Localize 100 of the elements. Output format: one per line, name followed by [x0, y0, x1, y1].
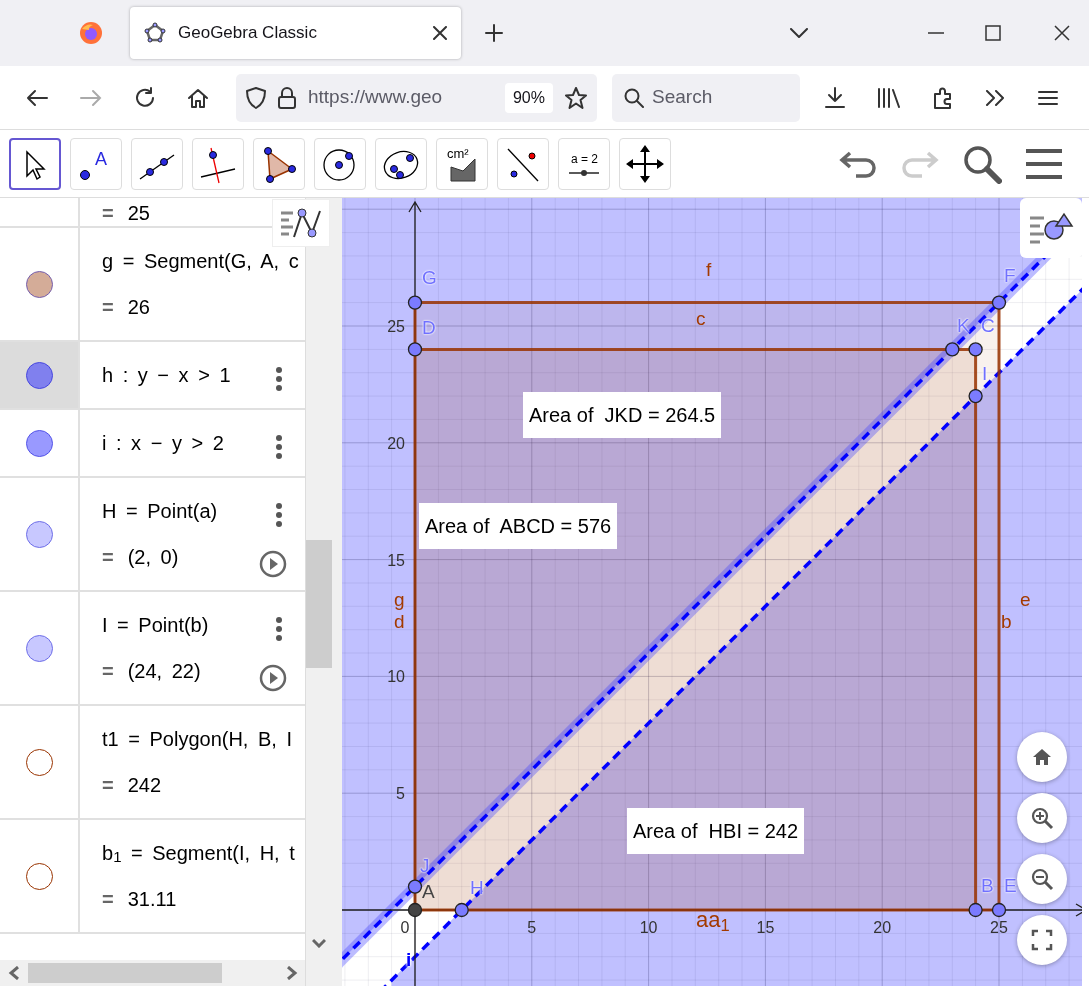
visibility-dot[interactable]: [25, 862, 53, 890]
visibility-dot[interactable]: [25, 270, 53, 298]
algebra-definition[interactable]: I = Point(b): [102, 613, 305, 637]
object-label: b: [1001, 612, 1012, 632]
more-icon[interactable]: [275, 502, 283, 528]
visibility-dot[interactable]: [25, 429, 53, 457]
style-bar-icon[interactable]: [1020, 198, 1082, 258]
tick-label: 10: [639, 919, 658, 936]
point-label: H: [470, 878, 484, 898]
library-icon[interactable]: [877, 87, 901, 108]
algebra-toggle-icon[interactable]: [272, 199, 330, 247]
scrollbar-thumb[interactable]: [28, 963, 222, 983]
close-icon[interactable]: [433, 26, 447, 40]
scroll-right-icon[interactable]: [286, 966, 298, 980]
point-marker[interactable]: [991, 902, 1007, 918]
pentagon-icon: [144, 22, 166, 44]
point-marker[interactable]: [407, 879, 423, 894]
tab-title: GeoGebra Classic: [178, 22, 318, 45]
row-marker-cell[interactable]: [0, 342, 80, 408]
algebra-definition[interactable]: H = Point(a): [102, 499, 305, 523]
tool-button[interactable]: [9, 137, 61, 190]
double-chevron-icon[interactable]: [985, 89, 1005, 106]
equals-sign: =: [102, 773, 114, 797]
more-icon[interactable]: [275, 616, 283, 642]
algebra-definition[interactable]: b$_{1}$ = Segment(I, H, t: [102, 841, 305, 865]
new-tab-icon[interactable]: [485, 24, 503, 42]
download-icon[interactable]: [824, 86, 846, 109]
search-icon: [624, 87, 644, 108]
tick-label: 0: [400, 919, 410, 936]
play-icon[interactable]: [259, 664, 287, 692]
menu-icon[interactable]: [1024, 147, 1064, 180]
play-icon[interactable]: [259, 550, 287, 578]
more-icon[interactable]: [275, 434, 283, 460]
point-label: C: [981, 316, 995, 336]
search-field[interactable]: Search: [612, 73, 800, 122]
equals-sign: =: [102, 545, 114, 569]
chevron-down-icon[interactable]: [790, 28, 808, 38]
object-label: e: [1020, 590, 1031, 610]
reload-icon[interactable]: [134, 86, 156, 109]
point-label: F: [1004, 266, 1016, 286]
puzzle-icon[interactable]: [932, 86, 954, 109]
tick-label: 5: [396, 785, 405, 803]
zoom-level[interactable]: 90%: [504, 82, 553, 113]
visibility-dot[interactable]: [25, 520, 53, 548]
browser-tab[interactable]: GeoGebra Classic: [130, 7, 461, 59]
tick-label: 20: [873, 919, 892, 936]
object-label: c: [696, 309, 706, 329]
maximize-icon[interactable]: [985, 25, 1001, 41]
object-label: i: [406, 950, 412, 970]
point-label: E: [1004, 876, 1017, 896]
point-label: K: [957, 316, 970, 336]
back-icon[interactable]: [26, 88, 48, 107]
point-marker[interactable]: [945, 342, 960, 357]
scroll-left-icon[interactable]: [8, 966, 20, 980]
algebra-value: (2, 0): [127, 545, 179, 569]
point-marker[interactable]: [968, 388, 983, 404]
visibility-dot[interactable]: [25, 748, 53, 776]
point-marker[interactable]: [991, 295, 1007, 310]
menu-icon[interactable]: [1038, 89, 1058, 106]
tick-label: 20: [387, 434, 405, 452]
algebra-definition[interactable]: h : y − x > 1: [102, 363, 305, 387]
algebra-value: 25: [127, 201, 150, 225]
point-marker[interactable]: [407, 342, 423, 357]
tick-label: 25: [387, 318, 405, 335]
close-icon[interactable]: [1054, 25, 1070, 41]
point-marker[interactable]: [407, 902, 423, 918]
point-label: B: [981, 876, 994, 896]
point-marker[interactable]: [407, 295, 423, 310]
scrollbar-thumb[interactable]: [306, 540, 332, 668]
url-text[interactable]: https://www.geo: [308, 83, 493, 112]
area-text: Area of JKD = 264.5: [523, 392, 722, 438]
home-icon[interactable]: [187, 86, 209, 109]
shield-icon[interactable]: [246, 86, 266, 109]
algebra-definition[interactable]: t1 = Polygon(H, B, I: [102, 727, 305, 751]
object-label: f: [706, 260, 712, 280]
visibility-dot[interactable]: [25, 361, 53, 389]
object-label: g: [394, 590, 405, 610]
area-text: Area of HBI = 242: [627, 808, 805, 854]
address-bar[interactable]: https://www.geo 90%: [236, 73, 597, 122]
tick-label: 25: [990, 919, 1008, 936]
fullscreen-icon[interactable]: [1030, 928, 1054, 952]
star-icon[interactable]: [565, 86, 587, 109]
more-icon[interactable]: [275, 366, 283, 392]
point-marker[interactable]: [454, 902, 469, 918]
equals-sign: =: [102, 295, 114, 319]
zoom-in-icon[interactable]: [1030, 806, 1054, 830]
equals-sign: =: [102, 659, 114, 683]
algebra-value: 242: [127, 773, 162, 797]
point-label: D: [422, 318, 436, 338]
algebra-definition[interactable]: i : x − y > 2: [102, 431, 305, 455]
algebra-definition[interactable]: g = Segment(G, A, c: [102, 249, 305, 273]
visibility-dot[interactable]: [25, 634, 53, 662]
scroll-down-icon[interactable]: [312, 938, 326, 948]
object-label: d: [394, 612, 405, 632]
search-icon[interactable]: [962, 143, 1002, 184]
lock-icon[interactable]: [278, 86, 296, 109]
point-marker[interactable]: [968, 342, 983, 357]
zoom-out-icon[interactable]: [1030, 867, 1054, 891]
point-marker[interactable]: [968, 902, 983, 918]
algebra-value: (24, 22): [127, 659, 201, 683]
